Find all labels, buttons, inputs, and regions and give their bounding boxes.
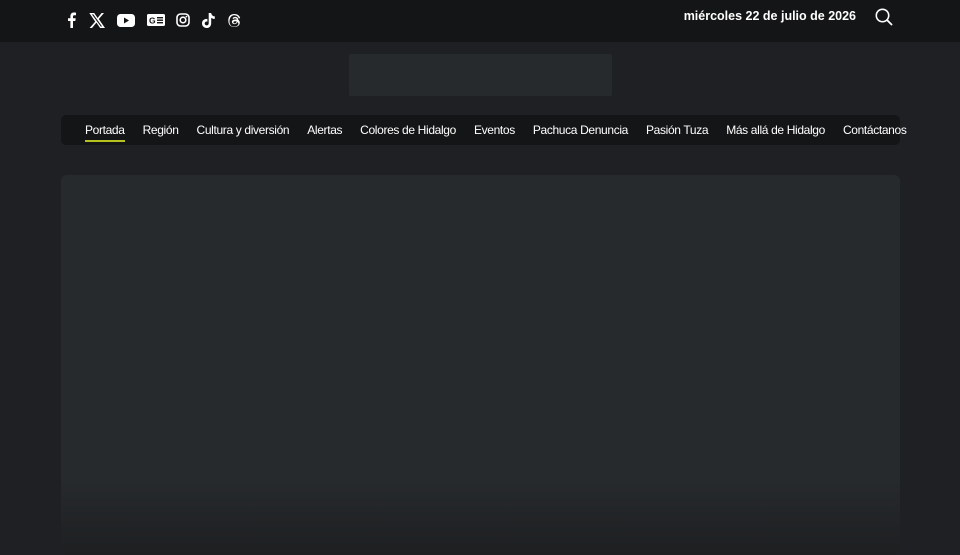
search-icon[interactable] [874,7,894,27]
top-bar: G miércoles 22 de julio de 2026 [0,0,960,42]
youtube-icon[interactable] [117,10,135,30]
nav-item-portada[interactable]: Portada [85,115,125,145]
nav-item-pachuca-denuncia[interactable]: Pachuca Denuncia [533,115,628,145]
logo-placeholder[interactable] [349,54,612,96]
nav-item-mas-alla-de-hidalgo[interactable]: Más allá de Hidalgo [726,115,825,145]
nav-item-region[interactable]: Región [143,115,179,145]
nav-item-colores-de-hidalgo[interactable]: Colores de Hidalgo [360,115,456,145]
social-links: G [64,10,242,30]
facebook-icon[interactable] [64,10,78,30]
hero-placeholder[interactable] [61,175,900,555]
current-date: miércoles 22 de julio de 2026 [683,9,856,23]
main-navigation: Portada Región Cultura y diversión Alert… [61,115,907,145]
google-news-icon[interactable]: G [147,10,165,30]
nav-item-pasion-tuza[interactable]: Pasión Tuza [646,115,709,145]
threads-icon[interactable] [228,10,242,30]
nav-item-contactanos[interactable]: Contáctanos [843,115,907,145]
svg-text:G: G [149,16,156,26]
nav-item-cultura-y-diversion[interactable]: Cultura y diversión [197,115,290,145]
instagram-icon[interactable] [176,10,190,30]
nav-item-alertas[interactable]: Alertas [307,115,342,145]
x-twitter-icon[interactable] [89,10,105,30]
nav-item-eventos[interactable]: Eventos [474,115,515,145]
tiktok-icon[interactable] [202,10,215,30]
